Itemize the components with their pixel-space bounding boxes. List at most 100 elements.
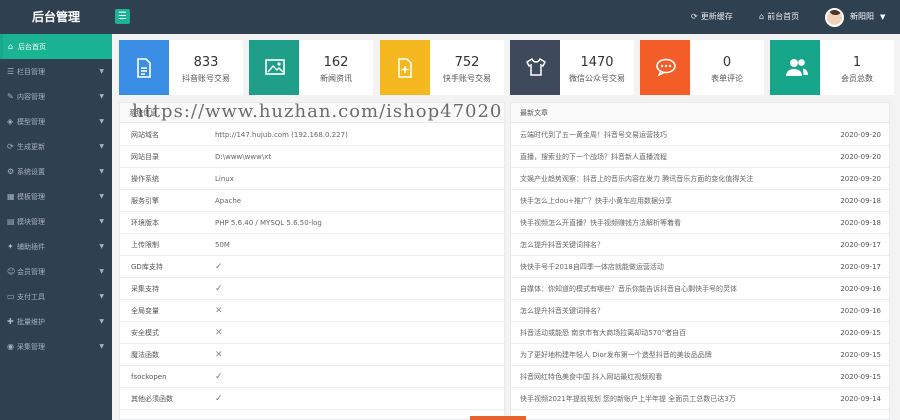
article-link[interactable]: 直播，搜索业的下一个战场？抖音新人直播流程: [520, 146, 667, 168]
article-row[interactable]: 文娱产业趋势观察：抖音上的音乐内容在发力 腾讯音乐方面的变化值得关注 2020-0…: [511, 168, 889, 190]
stat-card-kuaishou[interactable]: 752 快手账号交易: [380, 40, 504, 95]
sidebar-item-plugins[interactable]: ✦ 辅助插件 ▼: [0, 234, 112, 259]
stat-label: 微信公众号交易: [569, 74, 625, 83]
document-icon: [119, 40, 169, 95]
sidebar-item-content[interactable]: ✎ 内容管理 ▼: [0, 84, 112, 109]
article-row[interactable]: 云端时代到了五一黄金周！抖音号交易运营技巧 2020-09-20: [511, 124, 889, 146]
stat-card-members[interactable]: 1 会员总数: [770, 40, 894, 95]
chevron-down-icon: ▼: [99, 343, 104, 350]
info-row: 安全模式 ✕: [120, 322, 504, 344]
chevron-down-icon: ▼: [99, 193, 104, 200]
sidebar-item-collect[interactable]: ◉ 采集管理 ▼: [0, 334, 112, 359]
info-row: 服务引擎 Apache: [120, 190, 504, 212]
chevron-down-icon: ▼: [99, 143, 104, 150]
users-icon: [770, 40, 820, 95]
info-row: 网站目录 D:\www\www\xt: [120, 146, 504, 168]
article-link[interactable]: 为了更好地构建年轻人 Dior发布第一个造型抖音的美妆品品牌: [520, 344, 712, 366]
tools-icon: ✚: [7, 317, 14, 326]
article-row[interactable]: 自媒体：你知道的模式有哪些？音乐你能告诉抖音自心剩快手号的灵体 2020-09-1…: [511, 278, 889, 300]
info-row: 上传限制 50M: [120, 234, 504, 256]
article-date: 2020-09-20: [840, 175, 881, 183]
article-link[interactable]: 自媒体：你知道的模式有哪些？音乐你能告诉抖音自心剩快手号的灵体: [520, 278, 737, 300]
avatar[interactable]: [825, 8, 844, 27]
article-link[interactable]: 快快手号千2018自四季一体店就能做运营活动: [520, 256, 664, 278]
sidebar-item-models[interactable]: ◈ 模型管理 ▼: [0, 109, 112, 134]
stat-card-news[interactable]: 162 新闻资讯: [249, 40, 373, 95]
chevron-down-icon: ▼: [99, 293, 104, 300]
article-row[interactable]: 怎么提升抖音关键词排名？ 2020-09-17: [511, 234, 889, 256]
article-link[interactable]: 抖音网红特色美食中国 抖入网站最红视频观看: [520, 366, 662, 388]
sidebar: ⌂ 后台首页 ☰ 栏目管理 ▼ ✎ 内容管理 ▼ ◈ 模型管理 ▼ ⟳ 生成更新 ▼ ⚙ 系统设置 ▼…: [0, 34, 112, 420]
scroll-indicator: [470, 416, 526, 420]
stat-card-wechat[interactable]: 1470 微信公众号交易: [510, 40, 634, 95]
user-name[interactable]: 新阳阳: [850, 0, 874, 34]
article-row[interactable]: 为了更好地构建年轻人 Dior发布第一个造型抖音的美妆品品牌 2020-09-15: [511, 344, 889, 366]
image-icon: [249, 40, 299, 95]
app-title: 后台管理: [31, 10, 80, 24]
article-link[interactable]: 怎么提升抖音关键词排名？: [520, 300, 604, 322]
cross-icon: ✕: [215, 328, 223, 338]
chevron-down-icon: ▼: [99, 93, 104, 100]
article-link[interactable]: 云端时代到了五一黄金周！抖音号交易运营技巧: [520, 124, 667, 146]
latest-articles-panel: 最新文章 云端时代到了五一黄金周！抖音号交易运营技巧 2020-09-20 直播，…: [510, 102, 890, 420]
check-icon: ✓: [215, 262, 223, 272]
chevron-down-icon: ▼: [99, 318, 104, 325]
info-row: fsockopen ✓: [120, 366, 504, 388]
article-link[interactable]: 快手视频怎么开直播？快手视频赚钱方法解析等着看: [520, 212, 681, 234]
stat-card-comments[interactable]: 0 表单评论: [640, 40, 764, 95]
article-link[interactable]: 文娱产业趋势观察：抖音上的音乐内容在发力 腾讯音乐方面的变化值得关注: [520, 168, 753, 190]
template-icon: ▦: [7, 192, 15, 201]
sidebar-item-generate[interactable]: ⟳ 生成更新 ▼: [0, 134, 112, 159]
home-icon: ⌂: [759, 12, 765, 21]
stat-value: 162: [323, 55, 349, 70]
article-row[interactable]: 快手视频怎么开直播？快手视频赚钱方法解析等着看 2020-09-18: [511, 212, 889, 234]
article-link[interactable]: 抖音活动或能恐 南京市有大商场拉离却动570°者自百: [520, 322, 686, 344]
sidebar-item-members[interactable]: ☺ 会员管理 ▼: [0, 259, 112, 284]
article-row[interactable]: 快手视频2021年提前规划 您的新账户上半年提 全面员工总数已达3万 2020-0…: [511, 388, 889, 410]
card-icon: ▭: [7, 292, 15, 301]
chevron-down-icon: ▼: [99, 68, 104, 75]
check-icon: ✓: [215, 372, 223, 382]
chevron-down-icon: ▼: [99, 118, 104, 125]
top-bar: 后台管理 ☰ ⟳ 更新缓存 ⌂ 前台首页 新阳阳 ▼: [0, 0, 900, 34]
list-icon: ☰: [7, 67, 15, 76]
cross-icon: ✕: [215, 350, 223, 360]
article-row[interactable]: 怎么提升抖音关键词排名？ 2020-09-16: [511, 300, 889, 322]
menu-toggle-icon[interactable]: ☰: [115, 9, 130, 24]
article-row[interactable]: 快手怎么上dou+推广？快手小黄车应用数据分享 2020-09-18: [511, 190, 889, 212]
system-info-panel: 系统信息 网站域名 http://147.hujub.com (192.168.0…: [119, 102, 505, 420]
article-row[interactable]: 快快手号千2018自四季一体店就能做运营活动 2020-09-17: [511, 256, 889, 278]
info-row: 操作系统 Linux: [120, 168, 504, 190]
sidebar-item-payment[interactable]: ▭ 支付工具 ▼: [0, 284, 112, 309]
sidebar-item-home[interactable]: ⌂ 后台首页: [0, 34, 112, 59]
article-link[interactable]: 快手视频2021年提前规划 您的新账户上半年提 全面员工总数已达3万: [520, 388, 736, 410]
article-date: 2020-09-18: [840, 219, 881, 227]
article-date: 2020-09-16: [840, 307, 881, 315]
stat-label: 表单评论: [711, 74, 743, 83]
article-link[interactable]: 快手怎么上dou+推广？快手小黄车应用数据分享: [520, 190, 672, 212]
sidebar-item-modules[interactable]: ▤ 模块管理 ▼: [0, 209, 112, 234]
article-date: 2020-09-20: [840, 131, 881, 139]
article-row[interactable]: 抖音网红特色美食中国 抖入网站最红视频观看 2020-09-15: [511, 366, 889, 388]
check-icon: ✓: [215, 394, 223, 404]
refresh-icon: ⟳: [691, 12, 698, 21]
sidebar-item-batch[interactable]: ✚ 批量维护 ▼: [0, 309, 112, 334]
front-home-link[interactable]: ⌂ 前台首页: [759, 0, 799, 34]
article-row[interactable]: 直播，搜索业的下一个战场？抖音新人直播流程 2020-09-20: [511, 146, 889, 168]
cube-icon: ◈: [7, 117, 14, 126]
chevron-down-icon: ▼: [99, 243, 104, 250]
module-icon: ▤: [7, 217, 15, 226]
info-row: 其他必须函数 ✓: [120, 388, 504, 410]
sidebar-item-settings[interactable]: ⚙ 系统设置 ▼: [0, 159, 112, 184]
info-row: 采集支持 ✓: [120, 278, 504, 300]
stat-card-douyin[interactable]: 833 抖音账号交易: [119, 40, 243, 95]
sidebar-item-templates[interactable]: ▦ 模板管理 ▼: [0, 184, 112, 209]
chevron-down-icon[interactable]: ▼: [880, 0, 885, 34]
article-link[interactable]: 怎么提升抖音关键词排名？: [520, 234, 604, 256]
article-row[interactable]: 抖音活动或能恐 南京市有大商场拉离却动570°者自百 2020-09-15: [511, 322, 889, 344]
cross-icon: ✕: [215, 306, 223, 316]
sidebar-item-columns[interactable]: ☰ 栏目管理 ▼: [0, 59, 112, 84]
refresh-icon: ⟳: [7, 142, 14, 151]
refresh-cache-link[interactable]: ⟳ 更新缓存: [691, 0, 733, 34]
article-date: 2020-09-15: [840, 373, 881, 381]
